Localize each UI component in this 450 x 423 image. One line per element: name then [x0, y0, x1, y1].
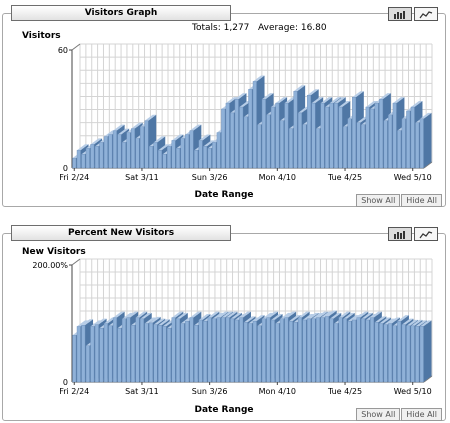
new-visitors-bar-chart: 0 200.00% Fri 2/24 Sat 3/11 Sun 3/26 Mon 4/10… — [32, 258, 433, 396]
new-visitors-title: Percent New Visitors — [11, 225, 231, 241]
bar-chart-icon — [394, 10, 405, 19]
visitors-graph-panel: Visitors Graph Totals: 1,277 Average: 16… — [2, 2, 446, 207]
bar-chart-button-2[interactable] — [388, 227, 412, 241]
x-tick-label: Tue 4/25 — [327, 387, 362, 396]
x-tick-label: Sun 3/26 — [192, 173, 228, 182]
axis-depth-top — [71, 43, 81, 51]
line-chart-icon — [419, 10, 433, 18]
x-tick-label: Mon 4/10 — [259, 387, 296, 396]
x-tick-label: Sat 3/11 — [125, 387, 159, 396]
show-all-button-2[interactable]: Show All — [356, 408, 401, 421]
new-visitors-legend-buttons: Show All Hide All — [355, 408, 442, 421]
hide-all-button-2[interactable]: Hide All — [401, 408, 442, 421]
bar-group — [72, 310, 432, 383]
x-tick-label: Wed 5/10 — [394, 173, 432, 182]
y-tick-label: 60 — [58, 46, 68, 55]
x-tick-label: Fri 2/24 — [59, 387, 89, 396]
y-tick-label: 0 — [63, 378, 68, 387]
visitors-bar-chart: 0 60 Fri 2/24 Sat 3/11 Sun 3/26 Mon 4/10 Tue 4… — [58, 43, 433, 182]
new-visitors-panel: Percent New Visitors New Visitors 0 200.0… — [2, 222, 446, 421]
hide-all-button[interactable]: Hide All — [401, 194, 442, 207]
bar — [419, 112, 432, 169]
line-chart-icon — [419, 230, 433, 238]
visitors-legend-buttons: Show All Hide All — [355, 194, 442, 207]
x-tick-label: Fri 2/24 — [59, 173, 89, 182]
show-all-button[interactable]: Show All — [356, 194, 401, 207]
bar-chart-button[interactable] — [388, 7, 412, 21]
x-tick-label: Tue 4/25 — [327, 173, 362, 182]
line-chart-button[interactable] — [414, 7, 438, 21]
x-tick-label: Wed 5/10 — [394, 387, 432, 396]
bar-group — [72, 75, 432, 169]
bar-chart-icon — [394, 230, 405, 239]
axis-depth-top — [71, 258, 81, 266]
chart-type-toggle-2 — [386, 227, 438, 241]
chart-type-toggle — [386, 7, 438, 21]
x-tick-label: Sat 3/11 — [125, 173, 159, 182]
x-tick-label: Sun 3/26 — [192, 387, 228, 396]
y-tick-label: 0 — [63, 164, 68, 173]
bar — [419, 320, 432, 383]
x-tick-label: Mon 4/10 — [259, 173, 296, 182]
line-chart-button-2[interactable] — [414, 227, 438, 241]
visitors-graph-title: Visitors Graph — [11, 5, 231, 21]
y-tick-label: 200.00% — [32, 261, 68, 270]
